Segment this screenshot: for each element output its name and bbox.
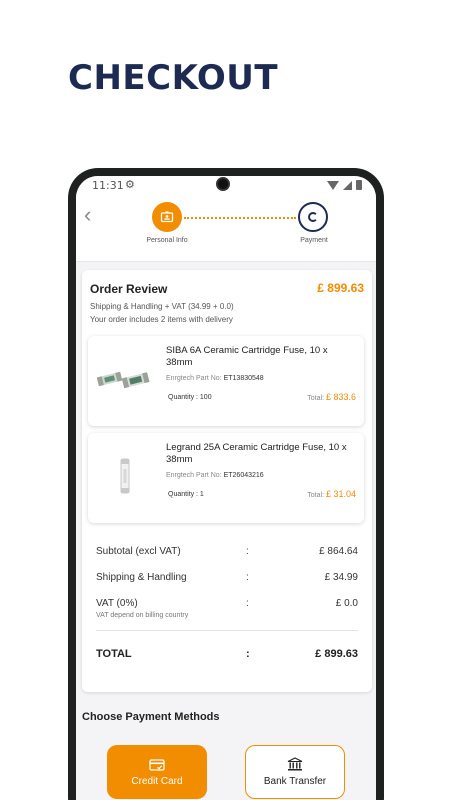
order-review-total: £ 899.63 <box>317 281 364 295</box>
part-label: Enrgtech Part No: <box>166 472 222 479</box>
id-card-icon <box>160 211 174 223</box>
order-item[interactable]: SIBA 6A Ceramic Cartridge Fuse, 10 x 38m… <box>88 336 364 426</box>
fuse-product-image <box>96 371 150 389</box>
signal-icon <box>343 180 352 190</box>
items-count-note: Your order includes 2 items with deliver… <box>90 315 233 324</box>
summary-vat-row: VAT (0%) : £ 0.0 VAT depend on billing c… <box>96 598 358 619</box>
shipping-colon: : <box>246 572 249 583</box>
total-colon: : <box>246 648 250 660</box>
part-value: ET26043216 <box>223 472 264 479</box>
item-total-value: £ 31.04 <box>325 489 356 499</box>
bank-transfer-button[interactable]: Bank Transfer <box>245 745 345 799</box>
total-value: £ 899.63 <box>315 648 358 660</box>
status-bar: 11:31 ⚙ <box>76 176 376 196</box>
summary-subtotal-row: Subtotal (excl VAT) : £ 864.64 <box>96 546 358 560</box>
page-title: CHECKOUT <box>68 58 279 98</box>
shipping-vat-note: Shipping & Handling + VAT (34.99 + 0.0) <box>90 302 234 311</box>
step-connector <box>184 217 296 219</box>
item-part-number: Enrgtech Part No: ET26043216 <box>166 472 264 479</box>
summary-divider <box>96 630 358 631</box>
status-time: 11:31 <box>92 179 124 192</box>
shipping-value: £ 34.99 <box>324 572 358 583</box>
step-label-personal-info: Personal Info <box>146 237 188 244</box>
checkout-stepper: ‹ Personal Info Payment <box>76 196 376 262</box>
order-review-title: Order Review <box>90 282 168 296</box>
step-personal-info[interactable] <box>152 202 182 232</box>
summary-total-row: TOTAL : £ 899.63 <box>96 648 358 662</box>
shipping-label: Shipping & Handling <box>96 572 187 583</box>
step-label-payment: Payment <box>300 237 328 244</box>
loading-spinner-icon <box>308 212 318 222</box>
camera-cutout <box>216 177 230 191</box>
phone-frame: 11:31 ⚙ ‹ Personal Info Payment Order Re… <box>68 168 384 800</box>
part-value: ET13830548 <box>223 375 264 382</box>
summary-shipping-row: Shipping & Handling : £ 34.99 <box>96 572 358 586</box>
item-quantity: Quantity : 1 <box>168 491 204 498</box>
fuse-product-image <box>120 458 130 494</box>
item-total-label: Total: <box>307 395 325 402</box>
subtotal-label: Subtotal (excl VAT) <box>96 546 181 557</box>
step-payment[interactable] <box>298 202 328 232</box>
vat-value: £ 0.0 <box>335 598 358 609</box>
status-indicators <box>327 180 362 190</box>
vat-label: VAT (0%) <box>96 598 138 609</box>
vat-colon: : <box>246 598 249 609</box>
item-total-label: Total: <box>307 492 325 499</box>
bank-transfer-label: Bank Transfer <box>263 776 327 787</box>
order-item[interactable]: Legrand 25A Ceramic Cartridge Fuse, 10 x… <box>88 433 364 523</box>
bank-icon <box>287 757 303 771</box>
app-screen: 11:31 ⚙ ‹ Personal Info Payment Order Re… <box>76 176 376 800</box>
battery-icon <box>356 180 362 190</box>
credit-card-button[interactable]: Credit Card <box>107 745 207 799</box>
item-total-value: £ 833.6 <box>325 392 356 402</box>
total-label: TOTAL <box>96 648 132 660</box>
order-review-card: Order Review £ 899.63 Shipping & Handlin… <box>82 270 372 692</box>
item-total: Total: £ 833.6 <box>307 392 356 402</box>
subtotal-value: £ 864.64 <box>319 546 358 557</box>
payment-methods-title: Choose Payment Methods <box>82 711 220 723</box>
part-label: Enrgtech Part No: <box>166 375 222 382</box>
item-name: SIBA 6A Ceramic Cartridge Fuse, 10 x 38m… <box>166 345 328 368</box>
credit-card-label: Credit Card <box>131 775 183 787</box>
item-name: Legrand 25A Ceramic Cartridge Fuse, 10 x… <box>166 442 347 465</box>
back-arrow-icon[interactable]: ‹ <box>84 202 91 228</box>
subtotal-colon: : <box>246 546 249 557</box>
vat-note: VAT depend on billing country <box>96 612 189 619</box>
item-total: Total: £ 31.04 <box>307 489 356 499</box>
settings-gear-icon: ⚙ <box>125 178 135 191</box>
wifi-icon <box>327 180 339 190</box>
credit-card-icon <box>149 758 165 771</box>
item-quantity: Quantity : 100 <box>168 394 212 401</box>
item-part-number: Enrgtech Part No: ET13830548 <box>166 375 264 382</box>
